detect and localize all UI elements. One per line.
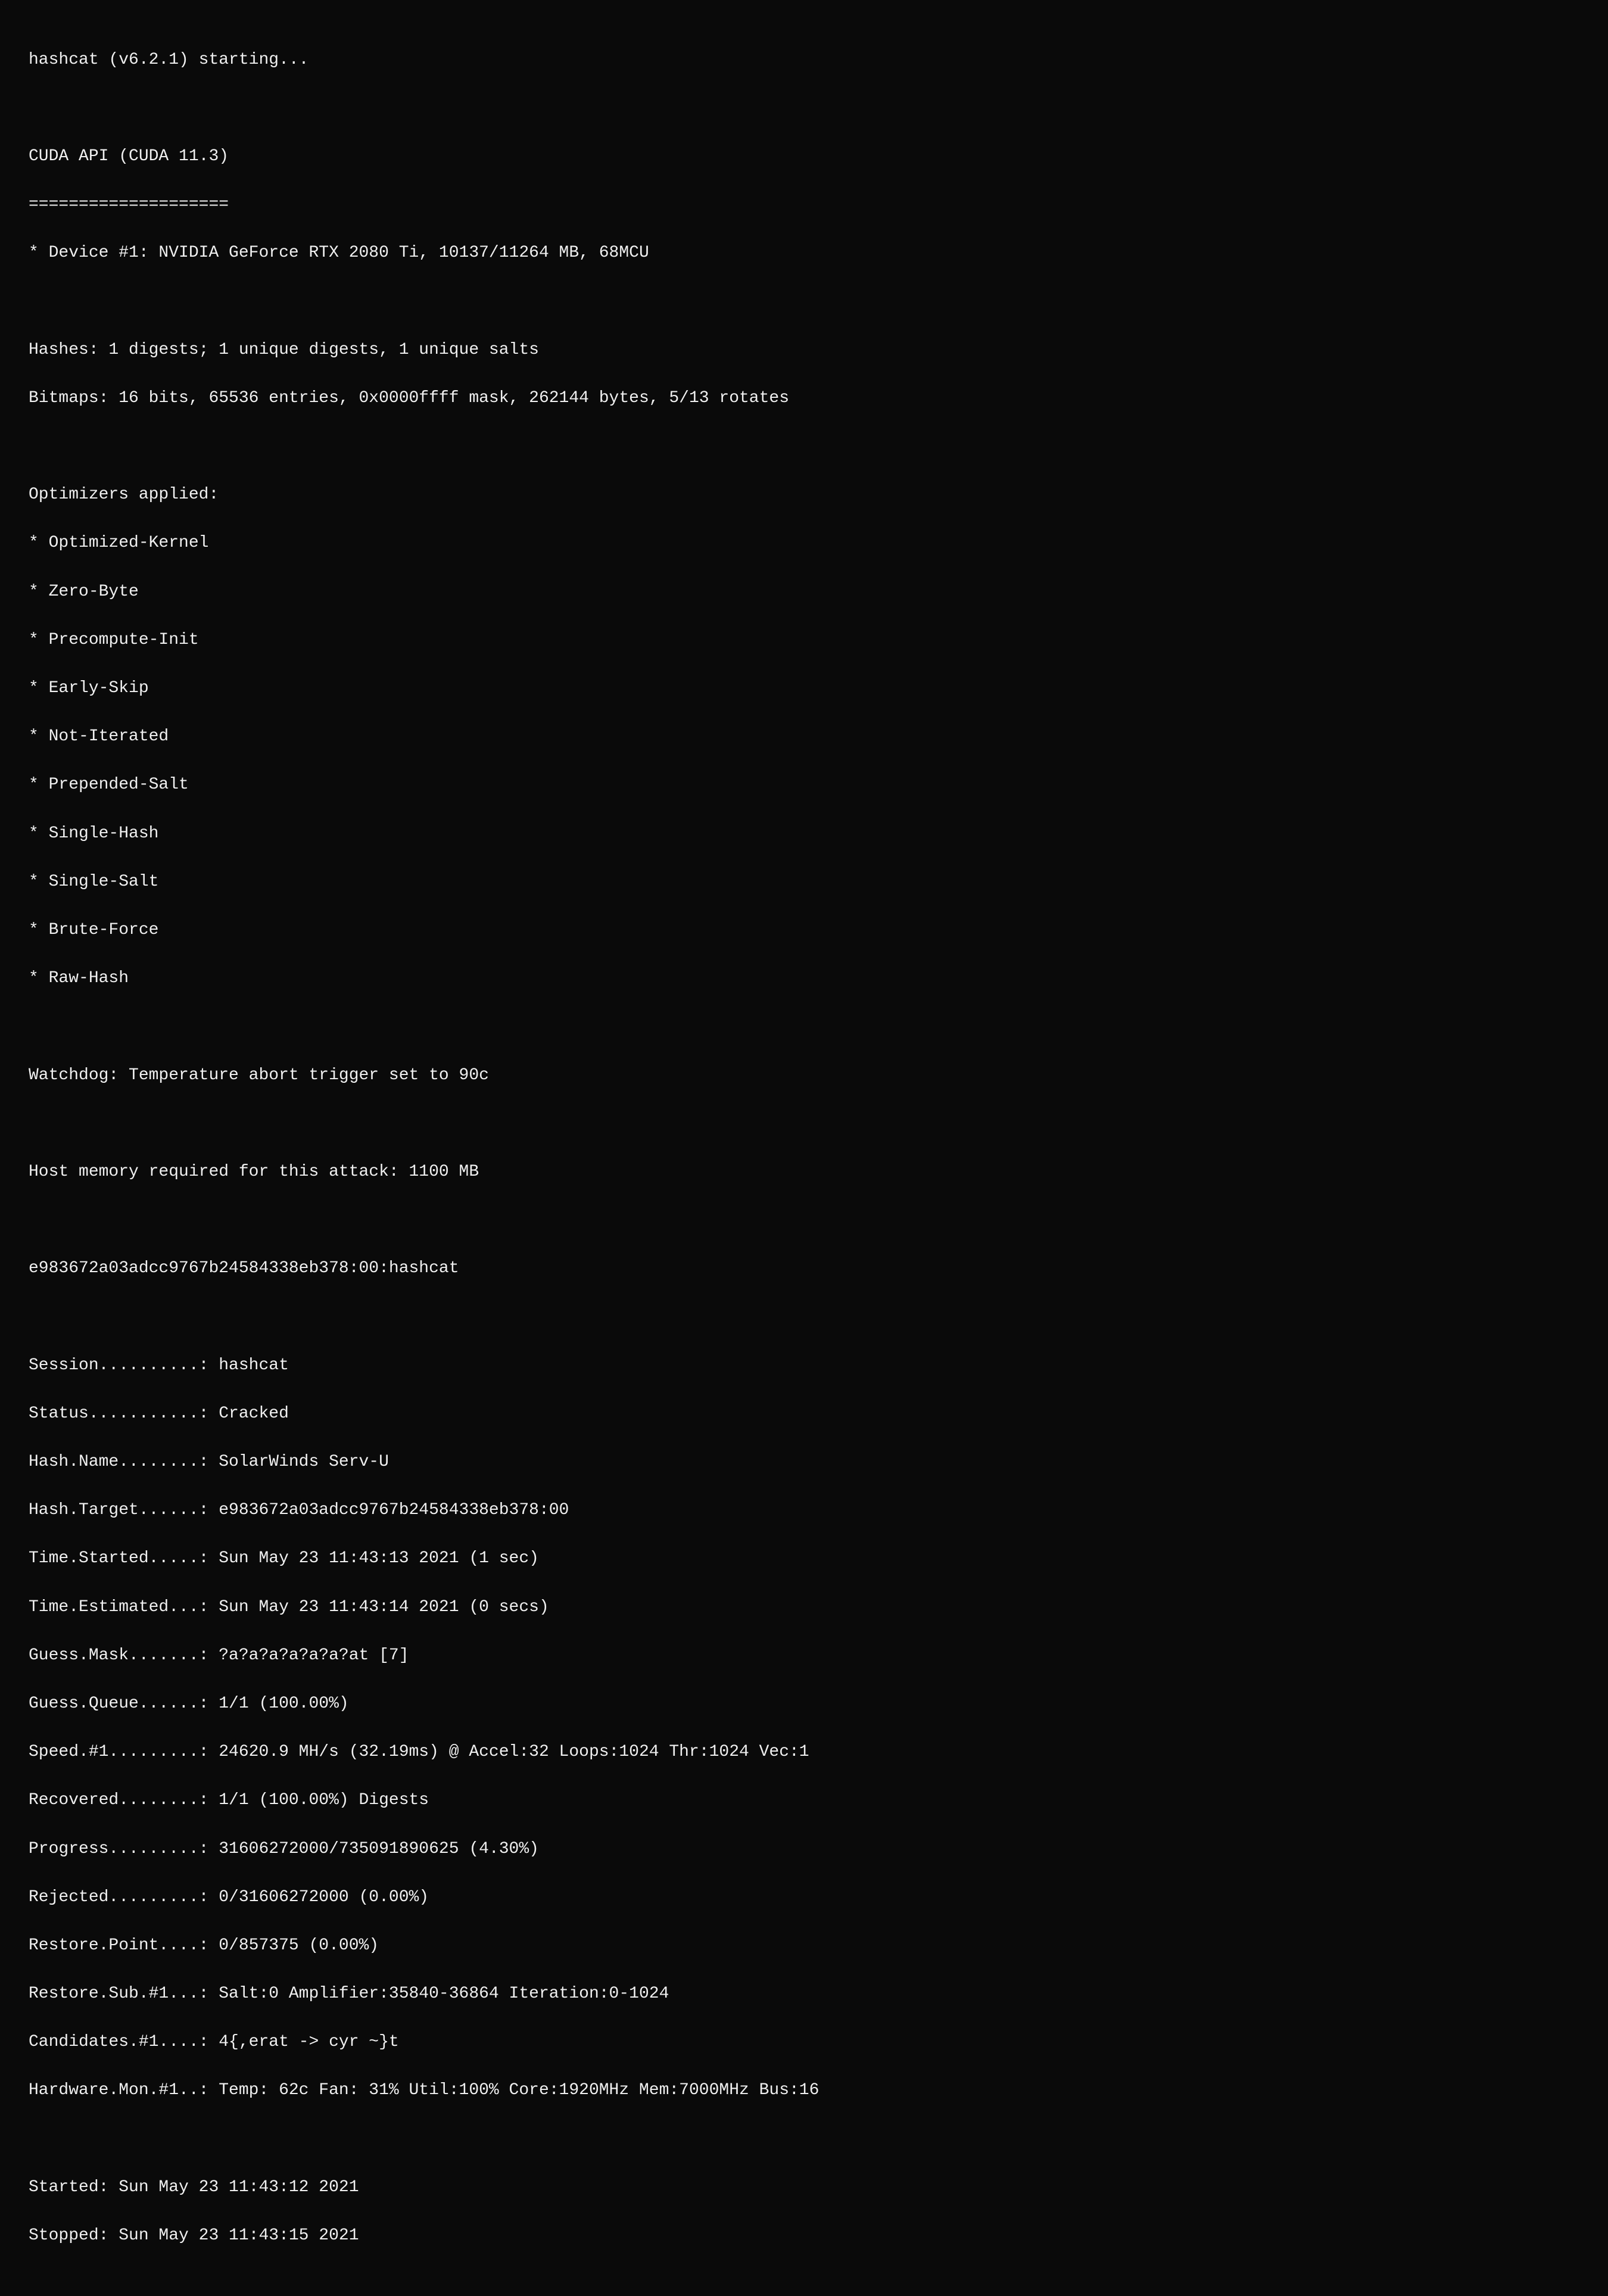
terminal-line: Stopped: Sun May 23 11:43:15 2021 (29, 2224, 1579, 2248)
terminal-line: Speed.#1.........: 24620.9 MH/s (32.19ms… (29, 1740, 1579, 1765)
terminal-line: Time.Started.....: Sun May 23 11:43:13 2… (29, 1547, 1579, 1571)
terminal-output: hashcat (v6.2.1) starting... CUDA API (C… (29, 24, 1579, 2272)
terminal-line (29, 1208, 1579, 1233)
terminal-line: * Single-Hash (29, 822, 1579, 846)
terminal-line: * Brute-Force (29, 918, 1579, 943)
terminal-line (29, 1112, 1579, 1136)
terminal-line: * Device #1: NVIDIA GeForce RTX 2080 Ti,… (29, 241, 1579, 266)
terminal-line: Watchdog: Temperature abort trigger set … (29, 1064, 1579, 1088)
terminal-line (29, 435, 1579, 459)
terminal-line: * Precompute-Init (29, 628, 1579, 653)
terminal-line: Time.Estimated...: Sun May 23 11:43:14 2… (29, 1596, 1579, 1620)
terminal-line: Bitmaps: 16 bits, 65536 entries, 0x0000f… (29, 387, 1579, 411)
terminal-line: e983672a03adcc9767b24584338eb378:00:hash… (29, 1257, 1579, 1281)
terminal-line: Candidates.#1....: 4{,erat -> cyr ~}t (29, 2030, 1579, 2055)
terminal-line: Optimizers applied: (29, 483, 1579, 507)
terminal-line: Restore.Point....: 0/857375 (0.00%) (29, 1934, 1579, 1958)
terminal-line: Host memory required for this attack: 11… (29, 1160, 1579, 1185)
terminal-line: hashcat (v6.2.1) starting... (29, 48, 1579, 73)
terminal-line: Hardware.Mon.#1..: Temp: 62c Fan: 31% Ut… (29, 2079, 1579, 2103)
terminal-line: Recovered........: 1/1 (100.00%) Digests (29, 1789, 1579, 1813)
terminal-line: * Not-Iterated (29, 725, 1579, 749)
terminal-line: Rejected.........: 0/31606272000 (0.00%) (29, 1886, 1579, 1910)
terminal-line: Restore.Sub.#1...: Salt:0 Amplifier:3584… (29, 1982, 1579, 2007)
terminal-line: Started: Sun May 23 11:43:12 2021 (29, 2176, 1579, 2200)
terminal-line (29, 1015, 1579, 1039)
terminal-line: * Raw-Hash (29, 967, 1579, 991)
terminal-line: Hashes: 1 digests; 1 unique digests, 1 u… (29, 338, 1579, 363)
terminal-line: CUDA API (CUDA 11.3) (29, 145, 1579, 169)
terminal-line: Status...........: Cracked (29, 1402, 1579, 1426)
terminal-line: * Prepended-Salt (29, 773, 1579, 797)
terminal-line (29, 2127, 1579, 2152)
terminal-line: Guess.Mask.......: ?a?a?a?a?a?a?at [7] (29, 1644, 1579, 1668)
terminal-line: * Optimized-Kernel (29, 531, 1579, 556)
terminal-line: Hash.Name........: SolarWinds Serv-U (29, 1450, 1579, 1475)
terminal-line: ==================== (29, 193, 1579, 217)
terminal-line: * Single-Salt (29, 870, 1579, 895)
terminal-line: Session..........: hashcat (29, 1354, 1579, 1378)
terminal-line (29, 96, 1579, 121)
terminal-line: * Early-Skip (29, 677, 1579, 701)
terminal-line: Guess.Queue......: 1/1 (100.00%) (29, 1692, 1579, 1716)
terminal-line: * Zero-Byte (29, 580, 1579, 605)
terminal-line (29, 1305, 1579, 1329)
terminal-line (29, 290, 1579, 314)
terminal-line: Hash.Target......: e983672a03adcc9767b24… (29, 1499, 1579, 1523)
terminal-line: Progress.........: 31606272000/735091890… (29, 1837, 1579, 1862)
